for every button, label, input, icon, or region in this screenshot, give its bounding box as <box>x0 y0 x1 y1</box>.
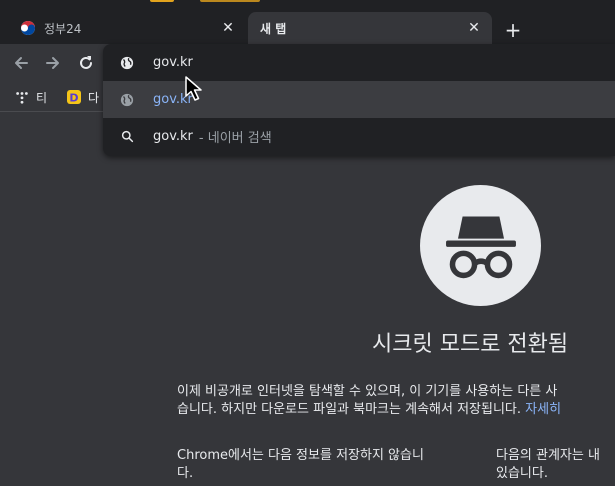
section-heading: 다음의 관계자는 내 <box>496 448 600 463</box>
incognito-description: 이제 비공개로 인터넷을 탐색할 수 있으며, 이 기기를 사용하는 다른 사 … <box>177 383 615 419</box>
arrow-right-icon <box>46 57 59 69</box>
visible-to-section: 다음의 관계자는 내 있습니다. <box>496 447 615 483</box>
tab-gov24[interactable]: 정부24 ✕ <box>8 12 246 44</box>
daum-d-icon: D <box>66 89 82 105</box>
incognito-icon <box>420 185 541 306</box>
omnibox-suggestion[interactable]: gov.kr <box>103 81 615 118</box>
gov24-emblem-icon <box>20 20 36 36</box>
bookmark-item[interactable]: D 다 <box>66 88 99 106</box>
close-tab-icon[interactable]: ✕ <box>464 18 484 38</box>
suggestion-suffix: - 네이버 검색 <box>198 131 272 146</box>
omnibox-input[interactable]: gov.kr <box>153 55 193 70</box>
section-heading: 다. <box>177 466 194 481</box>
bookmark-label: 티 <box>36 90 48 105</box>
browser-window: 정부24 ✕ 새 탭 ✕ + 티 D 다 시크릿 모드로 전환됨 이제 비공개로… <box>0 0 615 486</box>
background-window-strip <box>0 0 615 10</box>
section-heading: 있습니다. <box>496 466 548 481</box>
new-tab-button[interactable]: + <box>501 18 525 42</box>
learn-more-link[interactable]: 자세히 <box>525 402 561 417</box>
suggestion-query: gov.kr <box>153 129 193 144</box>
arrow-left-icon <box>15 57 28 69</box>
description-line: 이제 비공개로 인터넷을 탐색할 수 있으며, 이 기기를 사용하는 다른 사 <box>177 384 558 399</box>
tistory-dots-icon <box>14 89 30 105</box>
globe-icon <box>119 55 135 71</box>
back-button[interactable] <box>9 51 33 75</box>
tab-strip: 정부24 ✕ 새 탭 ✕ + <box>0 10 615 44</box>
reload-icon <box>80 56 92 69</box>
svg-text:D: D <box>69 92 78 105</box>
bookmark-label: 다 <box>88 90 100 105</box>
globe-icon <box>119 92 135 108</box>
omnibox-dropdown: gov.kr gov.kr gov.kr - 네이버 검색 <box>103 44 615 156</box>
plus-icon: + <box>504 18 522 42</box>
tab-title: 새 탭 <box>260 21 287 36</box>
not-saved-section: Chrome에서는 다음 정보를 저장하지 않습니 다. <box>177 447 467 483</box>
mouse-cursor-icon <box>185 76 202 101</box>
description-line: 습니다. 하지만 다운로드 파일과 북마크는 계속해서 저장됩니다. <box>177 402 522 417</box>
section-heading: Chrome에서는 다음 정보를 저장하지 않습니 <box>177 448 424 463</box>
tab-new-tab[interactable]: 새 탭 ✕ <box>248 12 492 44</box>
forward-button[interactable] <box>41 51 65 75</box>
omnibox-input-row[interactable]: gov.kr <box>103 44 615 81</box>
reload-button[interactable] <box>74 51 98 75</box>
omnibox-suggestion[interactable]: gov.kr - 네이버 검색 <box>103 118 615 155</box>
close-tab-icon[interactable]: ✕ <box>218 18 238 38</box>
tab-title: 정부24 <box>44 21 82 36</box>
search-icon <box>119 129 135 145</box>
incognito-page: 시크릿 모드로 전환됨 이제 비공개로 인터넷을 탐색할 수 있으며, 이 기기… <box>0 113 615 486</box>
page-title: 시크릿 모드로 전환됨 <box>372 332 569 357</box>
bookmark-item[interactable]: 티 <box>14 88 47 106</box>
